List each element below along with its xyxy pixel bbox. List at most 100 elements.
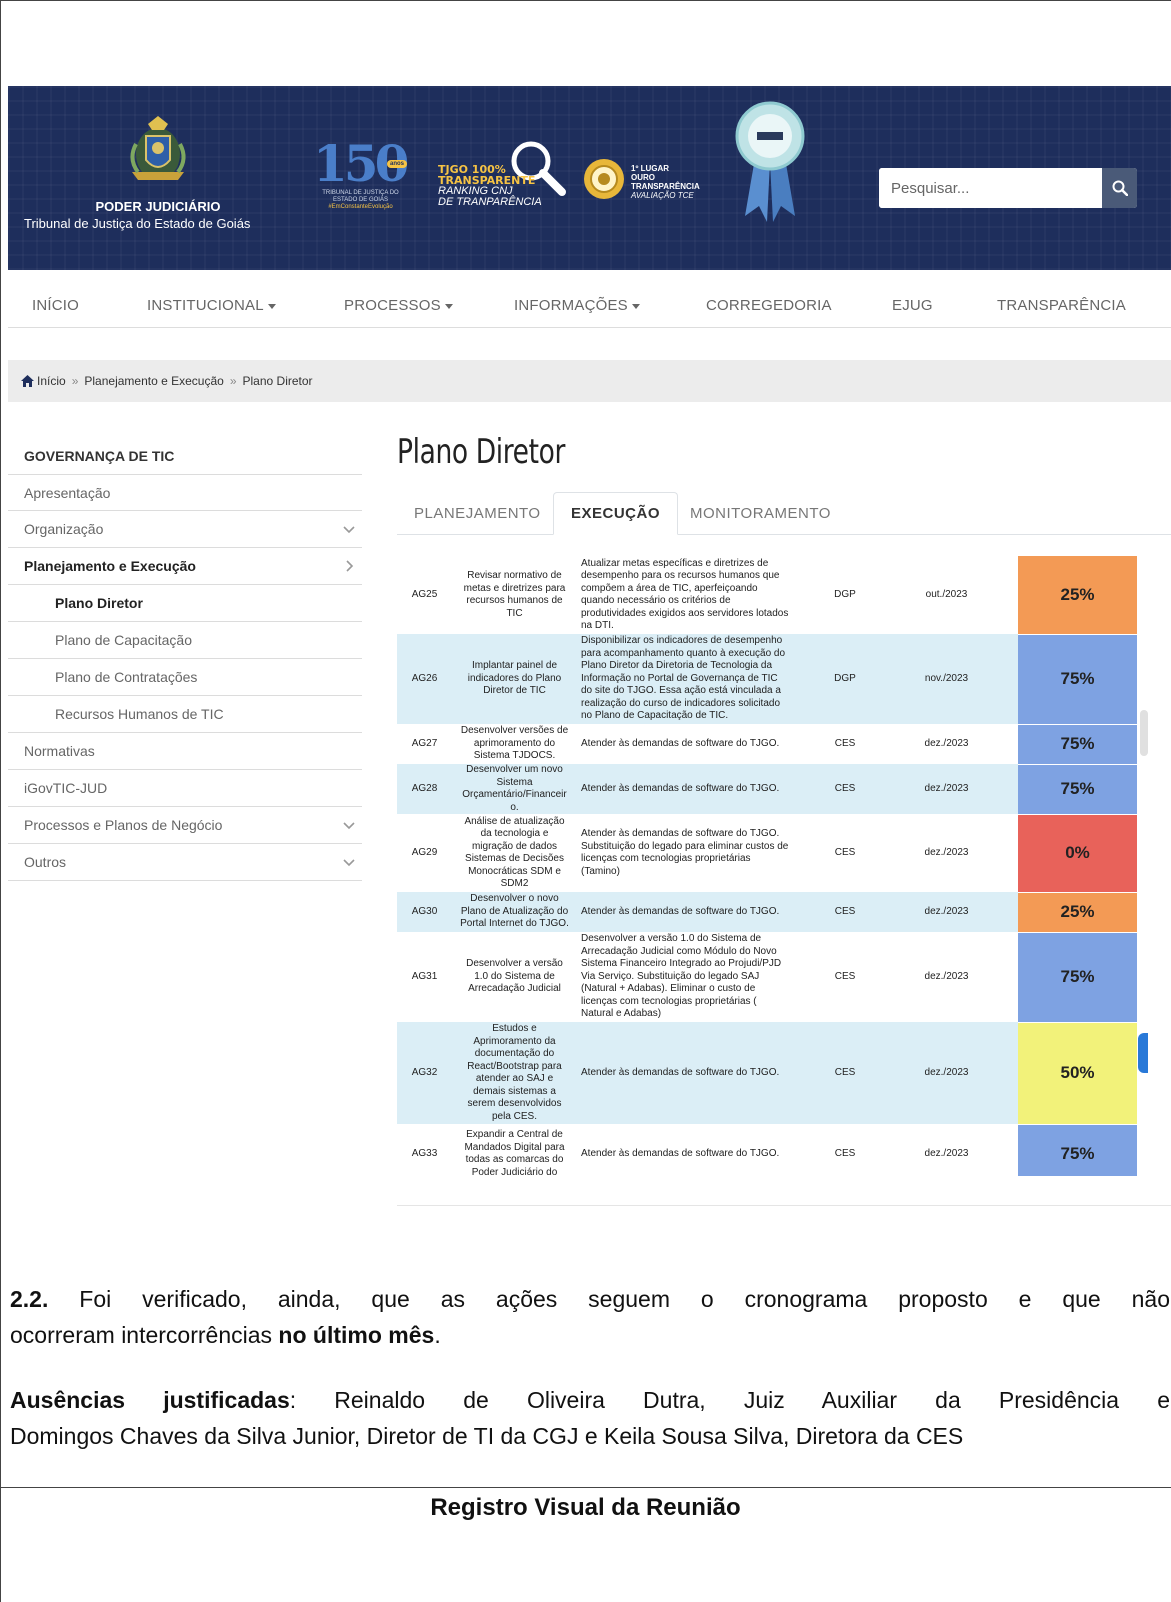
main-nav: INÍCIO INSTITUCIONAL PROCESSOS INFORMAÇÕ…	[8, 270, 1171, 328]
sidebar-heading: GOVERNANÇA DE TIC	[24, 448, 175, 464]
sidebar-item-outros[interactable]: Outros	[8, 844, 362, 881]
action-name-line: indicadores do Plano	[467, 672, 562, 684]
nav-ejug[interactable]: EJUG	[892, 297, 933, 314]
breadcrumb-home[interactable]: Início	[37, 374, 66, 388]
action-code: AG29	[397, 814, 452, 892]
action-name-line: aprimoramento do	[473, 737, 556, 749]
absences-text1: : Reinaldo de Oliveira Dutra, Juiz Auxil…	[289, 1387, 1170, 1413]
action-description: Atender às demandas de software do TJGO.	[577, 724, 815, 764]
action-name-line: da tecnologia e	[480, 828, 549, 839]
ouro-line2: OURO	[631, 173, 655, 182]
tjgo-line4: DE TRANPARÊNCIA	[438, 196, 542, 208]
sidebar-item-plano-diretor[interactable]: Plano Diretor	[8, 585, 362, 622]
action-name-line: atender ao SAJ e	[475, 1073, 554, 1084]
action-code: AG31	[397, 932, 452, 1022]
nav-informacoes-label: INFORMAÇÕES	[514, 297, 628, 314]
150-anos-badge: 150 anos TRIBUNAL DE JUSTIÇA DO ESTADO D…	[313, 134, 418, 214]
breadcrumb-planejamento[interactable]: Planejamento e Execução	[84, 374, 223, 388]
action-description-line: desempenho para os recursos humanos que	[581, 570, 780, 581]
tab-execucao[interactable]: EXECUÇÃO	[553, 492, 679, 535]
brand-subtitle: Tribunal de Justiça do Estado de Goiás	[24, 216, 251, 231]
action-description-line: para acompanhamento quanto à execução do	[581, 647, 786, 659]
sidebar-item-normativas[interactable]: Normativas	[8, 733, 362, 770]
action-description-line: Informação no Portal de Governança de TI…	[581, 672, 778, 684]
action-description-line: Atender às demandas de software do TJGO.	[581, 737, 780, 749]
sidebar-item-planejamento[interactable]: Planejamento e Execução	[8, 548, 362, 585]
action-code: AG28	[397, 764, 452, 814]
action-name-line: Desenvolver versões de	[460, 725, 569, 737]
action-code: AG25	[397, 556, 452, 634]
plan-table-container: AG25 Revisar normativo de metas e diretriz…	[397, 556, 1137, 1176]
search-input[interactable]	[879, 168, 1102, 208]
sidebar-item-apresentacao[interactable]: Apresentação	[8, 474, 362, 511]
section-caption: Registro Visual da Reunião	[430, 1494, 741, 1521]
action-name: Desenvolver um novo Sistema Orçamentário/F…	[452, 764, 577, 814]
sidebar-item-label: Processos e Planos de Negócio	[24, 817, 223, 833]
action-name-line: demais sistemas a	[473, 1085, 556, 1097]
action-name-line: Diretor de TIC	[483, 685, 546, 697]
sidebar: GOVERNANÇA DE TIC Apresentação Organizaç…	[8, 438, 362, 881]
coat-of-arms-logo	[130, 116, 186, 180]
tab-monitoramento[interactable]: MONITORAMENTO	[673, 492, 848, 535]
action-name: Desenvolver a versão 1.0 do Sistema de Arr…	[452, 932, 577, 1022]
action-name-line: Mandados Digital para	[464, 1141, 565, 1153]
action-description-line: Atualizar metas específicas e diretrizes…	[581, 557, 769, 569]
action-name: Implantar painel de indicadores do Plano D…	[452, 634, 577, 724]
action-name: Expandir a Central de Mandados Digital pa…	[452, 1124, 577, 1176]
paragraph-2-2-line1: 2.2. Foi verificado, ainda, que as ações…	[10, 1283, 1170, 1315]
action-description-line: Natural e Adabas)	[581, 1008, 662, 1020]
search-button[interactable]	[1102, 168, 1137, 208]
responsible-area: CES	[815, 814, 875, 892]
breadcrumb-separator: »	[229, 374, 237, 388]
responsible-area: CES	[815, 932, 875, 1022]
nav-institucional[interactable]: INSTITUCIONAL	[147, 297, 276, 314]
action-description: Atender às demandas de software do TJGO.…	[577, 814, 815, 892]
action-name-line: o.	[510, 801, 519, 813]
nav-informacoes[interactable]: INFORMAÇÕES	[514, 297, 640, 314]
action-name: Estudos e Aprimoramento da documentação do…	[452, 1022, 577, 1124]
nav-inicio[interactable]: INÍCIO	[32, 297, 79, 314]
sidebar-item-plano-capacitacao[interactable]: Plano de Capacitação	[8, 622, 362, 659]
action-description-line: Atender às demandas de software do TJGO.	[581, 828, 780, 839]
sidebar-item-igovtic[interactable]: iGovTIC-JUD	[8, 770, 362, 807]
sidebar-item-organizacao[interactable]: Organização	[8, 511, 362, 548]
action-name: Desenvolver o novo Plano de Atualização d…	[452, 892, 577, 932]
table-row: AG29 Análise de atualização da tecnologia …	[397, 814, 1137, 893]
divider	[397, 1205, 1171, 1206]
action-name-line: Desenvolver a versão	[466, 958, 563, 970]
absences-line1: Ausências justificadas: Reinaldo de Oliv…	[10, 1384, 1170, 1416]
badge150-tag: #EmConstanteEvolução	[328, 204, 393, 210]
progress-percent: 75%	[1018, 932, 1137, 1023]
nav-processos[interactable]: PROCESSOS	[344, 297, 453, 314]
action-description-line: na DTI.	[581, 620, 614, 631]
action-name-line: metas e diretrizes para	[463, 582, 566, 594]
action-name-line: Portal Internet do TJGO.	[460, 918, 569, 930]
action-name-line: Sistema TJDOCS.	[473, 750, 556, 762]
action-description: Atender às demandas de software do TJGO.	[577, 1022, 815, 1124]
action-name-line: Revisar normativo de	[467, 570, 562, 581]
action-description-line: Plano Diretor da Diretoria de Tecnologia…	[581, 660, 773, 672]
side-tab-button[interactable]	[1138, 1033, 1148, 1073]
action-name-line: pela CES.	[491, 1110, 538, 1122]
action-name-line: Estudos e	[492, 1023, 537, 1034]
scrollbar-thumb[interactable]	[1140, 710, 1148, 756]
sidebar-item-plano-contratacoes[interactable]: Plano de Contratações	[8, 659, 362, 696]
breadcrumb: Início » Planejamento e Execução » Plano…	[8, 360, 1171, 402]
action-name: Desenvolver versões de aprimoramento do Si…	[452, 724, 577, 764]
action-name-line: migração de dados	[471, 840, 558, 852]
responsible-area: CES	[815, 764, 875, 814]
action-name-line: todas as comarcas do	[465, 1154, 564, 1165]
action-description-line: licenças com tecnologias proprietárias (	[581, 995, 757, 1007]
action-description-line: do site do TJGO. Essa ação está vinculad…	[581, 685, 781, 697]
sidebar-item-recursos-humanos[interactable]: Recursos Humanos de TIC	[8, 696, 362, 733]
paragraph-2-2-text2: ocorreram intercorrências	[10, 1322, 279, 1348]
section-divider	[0, 1487, 1171, 1488]
nav-corregedoria[interactable]: CORREGEDORIA	[706, 297, 832, 314]
deadline: dez./2023	[875, 814, 1018, 892]
deadline: dez./2023	[875, 1022, 1018, 1124]
sidebar-item-processos[interactable]: Processos e Planos de Negócio	[8, 807, 362, 844]
nav-transparencia[interactable]: TRANSPARÊNCIA	[997, 297, 1126, 314]
tab-planejamento[interactable]: PLANEJAMENTO	[397, 492, 558, 535]
action-name-line: Implantar painel de	[471, 660, 558, 672]
deadline: dez./2023	[875, 892, 1018, 932]
